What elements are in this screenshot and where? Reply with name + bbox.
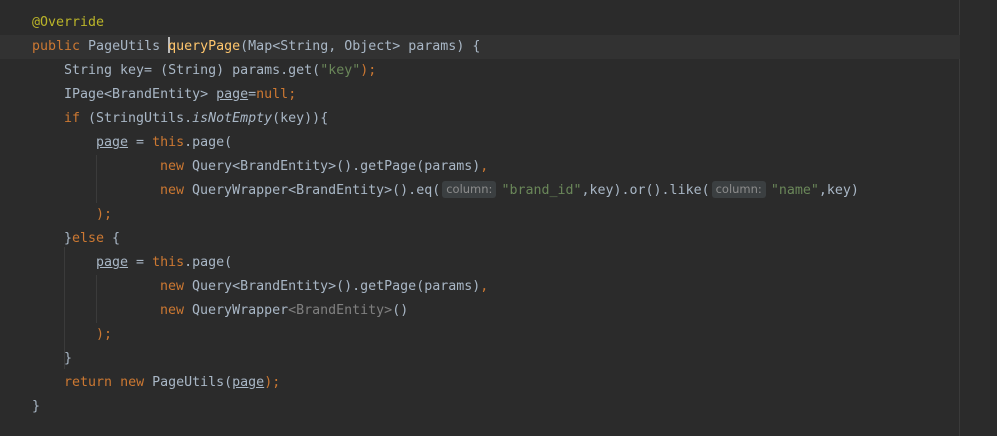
code-text: QueryWrapper<BrandEntity>().eq( [184,183,441,198]
code-line[interactable]: page = this.page( [0,251,960,275]
code-text: Query<BrandEntity>().getPage(params) [184,159,481,174]
code-text: PageUtils( [144,375,233,390]
code-editor[interactable]: @Override public PageUtils queryPage(Map… [0,0,997,436]
code-line[interactable]: ); [0,323,960,347]
parameter-hint: column: [442,181,497,198]
code-text: (key)){ [272,111,329,126]
keyword-token: null [256,87,289,102]
code-line[interactable]: new QueryWrapper<BrandEntity>().eq(colum… [0,179,960,203]
keyword-token: new [160,279,185,294]
code-line[interactable]: ); [0,203,960,227]
code-text: ); [360,63,377,78]
code-text: = [128,255,153,270]
code-line[interactable]: } [0,347,960,371]
code-text: IPage<BrandEntity> [64,87,217,102]
code-text: ); [96,327,113,342]
method-name-token: queryPage [168,39,241,54]
code-text: .page( [184,255,233,270]
code-line[interactable]: new Query<BrandEntity>().getPage(params)… [0,275,960,299]
code-text: ; [288,87,297,102]
keyword-token: else [72,231,105,246]
code-line[interactable]: if (StringUtils.isNotEmpty(key)){ [0,107,960,131]
code-text: ); [264,375,281,390]
code-text: ,key) [818,183,859,198]
keyword-token: this [152,255,185,270]
code-text: , [480,159,489,174]
code-line[interactable]: @Override [0,11,960,35]
code-line[interactable]: String key= (String) params.get("key"); [0,59,960,83]
code-text: .page( [184,135,233,150]
keyword-token: return [64,375,113,390]
code-line-current[interactable]: public PageUtils queryPage(Map<String, O… [0,35,960,59]
code-text: , [480,279,489,294]
annotation-token: @Override [32,15,105,30]
parameter-hint: column: [711,181,766,198]
code-text: } [32,399,41,414]
code-line[interactable]: IPage<BrandEntity> page=null; [0,83,960,107]
keyword-token: new [120,375,145,390]
variable-token: page [96,135,129,150]
code-text: String key= (String) params.get( [64,63,321,78]
code-line[interactable]: return new PageUtils(page); [0,371,960,395]
code-text: { [104,231,121,246]
code-text: ); [96,207,113,222]
keyword-token: if [64,111,81,126]
keyword-token: new [160,159,185,174]
keyword-token: this [152,135,185,150]
string-token: "brand_id" [501,183,582,198]
code-text: PageUtils [80,39,169,54]
keyword-token: new [160,303,185,318]
string-token: "key" [320,63,361,78]
code-line[interactable]: new QueryWrapper<BrandEntity>() [0,299,960,323]
code-line[interactable]: page = this.page( [0,131,960,155]
code-text: (StringUtils. [80,111,193,126]
variable-token: page [96,255,129,270]
keyword-token: public [32,39,81,54]
code-text: ,key).or().like( [581,183,710,198]
code-text: () [392,303,409,318]
code-line[interactable]: new Query<BrandEntity>().getPage(params)… [0,155,960,179]
code-line[interactable]: }else { [0,227,960,251]
static-method-token: isNotEmpty [192,111,273,126]
code-text: = [128,135,153,150]
code-text: Query<BrandEntity>().getPage(params) [184,279,481,294]
code-text: (Map<String, Object> params) { [240,39,481,54]
code-text: = [248,87,257,102]
code-text: } [64,231,73,246]
code-text: } [64,351,73,366]
keyword-token: new [160,183,185,198]
string-token: "name" [770,183,819,198]
variable-token: page [216,87,249,102]
redundant-type-args: <BrandEntity> [288,303,393,318]
code-text: QueryWrapper [184,303,289,318]
variable-token: page [232,375,265,390]
code-line[interactable]: } [0,395,960,419]
